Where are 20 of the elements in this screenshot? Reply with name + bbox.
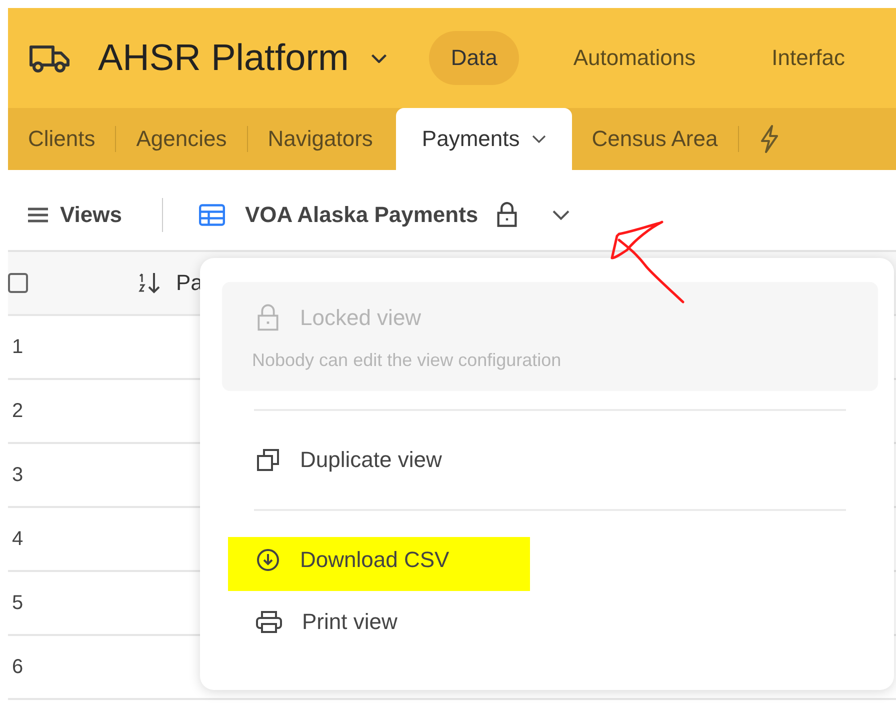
row-number: 1 — [12, 336, 24, 358]
row-number: 6 — [12, 656, 24, 678]
row-number: 4 — [12, 528, 24, 550]
row-number: 2 — [12, 400, 24, 422]
nav-tab[interactable]: Data — [428, 31, 520, 85]
menu-item[interactable]: Download CSV — [222, 529, 878, 591]
row-number: 5 — [12, 592, 24, 614]
row-number: 3 — [12, 464, 24, 486]
nav-tab[interactable]: Interfac — [750, 31, 867, 85]
table-tab[interactable]: Agencies — [116, 108, 247, 170]
view-name[interactable]: VOA Alaska Payments — [244, 202, 478, 228]
table-tab[interactable]: Clients — [8, 108, 116, 170]
menu-item[interactable]: Duplicate view — [222, 429, 878, 491]
table-tab[interactable]: Payments — [396, 108, 572, 170]
table-tab[interactable]: Navigators — [248, 108, 393, 170]
app-title[interactable]: AHSR Platform — [98, 37, 349, 79]
nav-tab[interactable]: Automations — [551, 31, 718, 85]
views-button[interactable]: Views — [28, 202, 122, 228]
table-tab[interactable]: Census Area — [572, 108, 738, 170]
menu-item[interactable]: Print view — [222, 591, 878, 653]
